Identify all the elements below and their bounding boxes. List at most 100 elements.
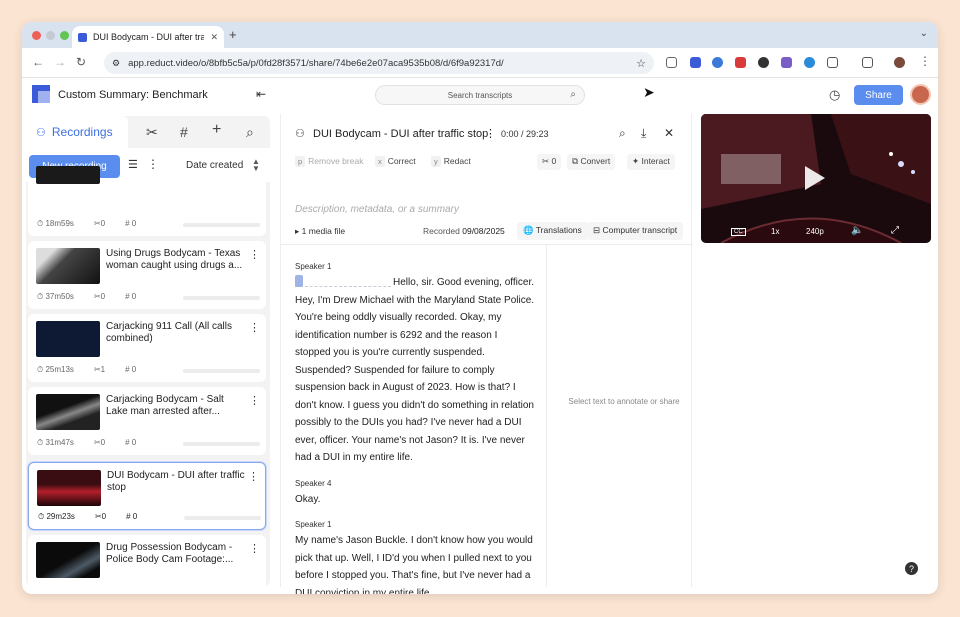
recording-card[interactable]: Using Drugs Bodycam - Texas woman caught… [28,241,266,309]
card-more-icon[interactable]: ⋮ [248,470,259,483]
collapse-sidebar-icon[interactable]: ⇤ [256,87,266,101]
clips-count: ✂0 [93,292,106,301]
media-files-label: 1 media file [301,226,346,236]
tab-chat-icon[interactable]: ⌕ [246,124,254,141]
recording-card[interactable]: ⏱ 18m59s ✂0 # 0 [28,166,266,236]
sort-dropdown[interactable]: Date created [186,160,243,171]
address-bar[interactable]: ⚙ app.reduct.video/o/8bfb5c5a/p/0fd28f35… [104,52,654,74]
clips-count: ✂0 [93,438,106,447]
clips-count: ✂0 [93,219,106,228]
maximize-window-icon[interactable] [60,31,69,40]
transcript-paragraph[interactable]: My name's Jason Buckle. I don't know how… [295,532,535,594]
video-player[interactable]: CC 1x 240p 🔈 ⤢ [701,114,931,243]
captions-button[interactable]: CC [731,228,746,236]
interact-button[interactable]: ✦ Interact [627,154,675,170]
description-field[interactable]: Description, metadata, or a summary [295,204,459,215]
close-window-icon[interactable] [32,31,41,40]
profile-avatar-icon[interactable] [894,57,905,68]
correct-button[interactable]: x Correct [375,156,416,167]
clips-value: 0 [100,292,106,301]
play-icon[interactable] [805,166,825,190]
sort-direction-icon[interactable]: ▲ ▼ [252,158,260,173]
grammar-extension-icon[interactable] [712,57,723,68]
tags-count: # 0 [126,512,138,521]
tab-recordings[interactable]: ⚇ Recordings [26,116,128,148]
more-options-icon[interactable]: ⋮ [147,157,159,171]
playback-speed[interactable]: 1x [771,227,779,236]
recordings-icon: ⚇ [36,126,46,139]
convert-button[interactable]: ⧉ Convert [567,154,616,170]
transcript-paragraph[interactable]: Okay. [295,491,535,509]
tab-search-chevron-icon[interactable]: ⌄ [920,28,928,39]
tab-recordings-label: Recordings [51,125,113,139]
tab-add-icon[interactable]: + [212,121,221,139]
transcript-paragraph[interactable]: Hello, sir. Good evening, officer. Hey, … [295,274,535,467]
dark-extension-icon[interactable] [758,57,769,68]
card-more-icon[interactable]: ⋮ [249,321,260,334]
quality-selector[interactable]: 240p [806,227,824,236]
divider-vertical [546,244,547,587]
download-icon[interactable]: ⤓ [641,126,646,141]
mail-extension-icon[interactable] [666,57,677,68]
new-tab-icon[interactable]: + [229,27,237,42]
browser-tab[interactable]: DUI Bodycam - DUI after traff ✕ [72,26,224,48]
reduct-extension-icon[interactable] [690,57,701,68]
remove-break-button[interactable]: p Remove break [295,156,363,167]
heart-extension-icon[interactable] [781,57,792,68]
volume-icon[interactable]: 🔈 [851,225,863,236]
reduct-logo-icon[interactable] [32,85,50,103]
card-more-icon[interactable]: ⋮ [249,542,260,555]
speaker-label[interactable]: Speaker 4 [295,479,535,488]
avatar[interactable] [910,84,931,105]
filter-lines-icon[interactable]: ☰ [128,158,138,171]
recording-card[interactable]: Drug Possession Bodycam - Police Body Ca… [28,535,266,586]
shield-extension-icon[interactable] [735,57,746,68]
document-title[interactable]: DUI Bodycam - DUI after traffic stop [313,128,488,140]
back-icon[interactable]: ← [32,55,44,69]
break-marker[interactable] [295,275,391,288]
transcript-text[interactable]: Hello, sir. Good evening, officer. Hey, … [295,277,534,463]
clips-count-value: 0 [551,156,557,166]
search-icon[interactable]: ⌕ [570,89,576,100]
speaker-label[interactable]: Speaker 1 [295,262,535,271]
screenshot-icon[interactable] [862,57,873,68]
share-button[interactable]: Share [854,85,903,105]
globe-extension-icon[interactable] [804,57,815,68]
computer-transcript-button[interactable]: ⊟ Computer transcript [587,222,684,240]
card-more-icon[interactable]: ⋮ [249,248,260,261]
reload-icon[interactable]: ↻ [76,55,86,69]
fullscreen-icon[interactable]: ⤢ [891,225,899,236]
close-document-icon[interactable]: ✕ [664,126,674,140]
search-document-icon[interactable]: ⌕ [619,126,626,141]
recording-card-selected[interactable]: DUI Bodycam - DUI after traffic stop ⋮ ⏱… [28,462,266,530]
puzzle-extensions-icon[interactable] [827,57,838,68]
annotate-hint: Select text to annotate or share [568,397,680,406]
address-url: app.reduct.video/o/8bfb5c5a/p/0fd28f3571… [128,57,504,69]
recording-thumbnail [36,248,100,284]
remove-break-key: p [295,156,306,167]
tab-tags-icon[interactable]: # [180,124,188,140]
site-info-icon[interactable]: ⚙ [112,58,120,69]
progress-bar [183,223,260,227]
clips-count-button[interactable]: ✂ 0 [537,154,562,170]
redact-button[interactable]: y Redact [431,156,471,167]
recording-card[interactable]: Carjacking Bodycam - Salt Lake man arres… [28,387,266,455]
bookmark-star-icon[interactable]: ☆ [636,57,646,70]
translations-button[interactable]: 🌐 Translations [517,222,588,240]
browser-menu-icon[interactable]: ⋮ [919,54,931,68]
media-files-toggle[interactable]: ▸ 1 media file [295,226,345,237]
tab-clips-icon[interactable]: ✂ [146,124,158,141]
forward-icon[interactable]: → [54,55,66,69]
minimize-window-icon[interactable] [46,31,55,40]
speaker-label[interactable]: Speaker 1 [295,520,535,529]
recording-card[interactable]: Carjacking 911 Call (All calls combined)… [28,314,266,382]
transcript-body[interactable]: Speaker 1 Hello, sir. Good evening, offi… [295,254,535,594]
help-icon[interactable]: ? [905,562,918,575]
recording-title: DUI Bodycam - DUI after traffic stop [107,470,245,493]
document-more-icon[interactable]: ⋮ [485,127,496,140]
card-more-icon[interactable]: ⋮ [249,394,260,407]
search-transcripts-input[interactable]: Search transcripts ⌕ [375,85,585,105]
history-clock-icon[interactable]: ◷ [829,87,840,103]
recording-thumbnail [36,166,100,184]
close-tab-icon[interactable]: ✕ [210,32,218,43]
